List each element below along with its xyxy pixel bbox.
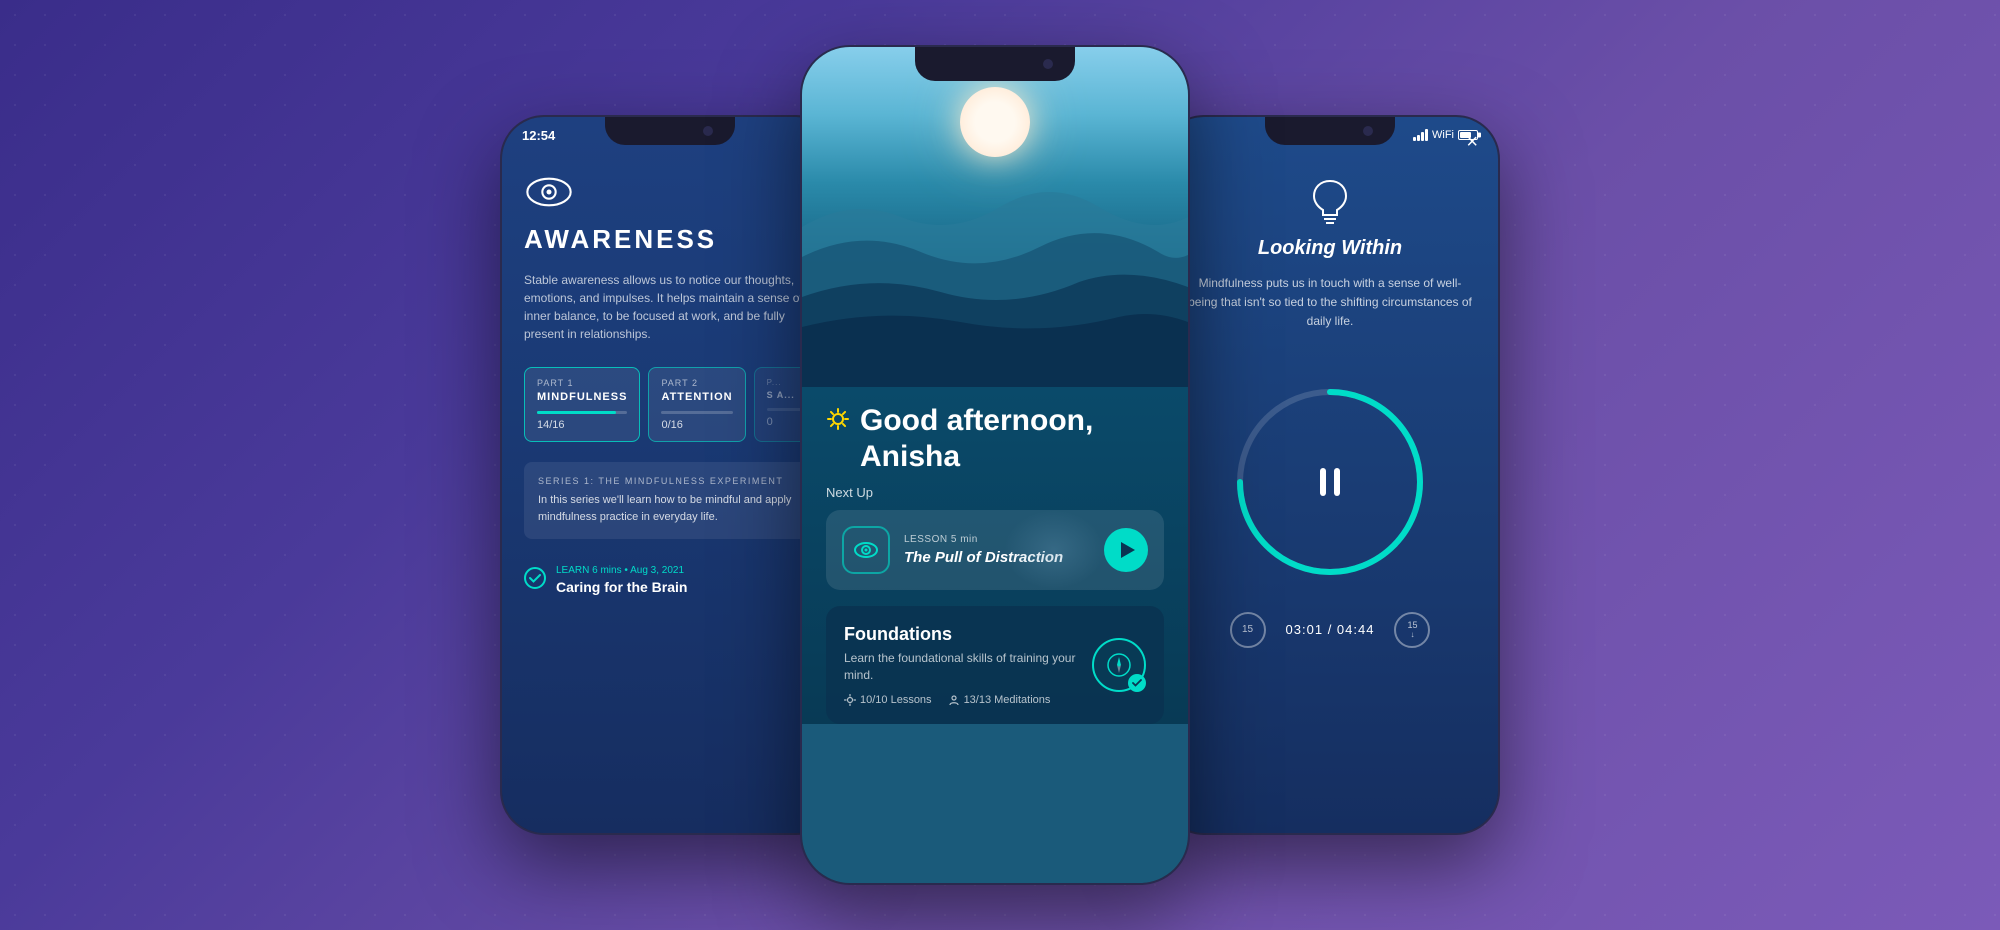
lightbulb-icon bbox=[1310, 177, 1350, 227]
left-screen: 12:54 AWARENESS bbox=[502, 117, 838, 833]
foundations-stats: 10/10 Lessons 13/13 Meditations bbox=[844, 694, 1078, 706]
part-2-count: 0/16 bbox=[661, 419, 732, 431]
lesson-eye-icon bbox=[842, 526, 890, 574]
looking-desc: Mindfulness puts us in touch with a sens… bbox=[1184, 274, 1476, 332]
hero-image bbox=[802, 47, 1188, 387]
part-1-progress-fill bbox=[537, 411, 616, 414]
next-up-label: Next Up bbox=[826, 485, 1164, 500]
signal-bars-icon bbox=[1413, 129, 1428, 141]
compass-icon-wrap bbox=[1092, 638, 1146, 692]
pause-button[interactable] bbox=[1320, 468, 1340, 496]
close-button[interactable]: × bbox=[1466, 131, 1478, 154]
lessons-stat: 10/10 Lessons bbox=[844, 694, 932, 706]
phones-container: 12:54 AWARENESS bbox=[450, 35, 1550, 895]
series-desc: In this series we'll learn how to be min… bbox=[538, 492, 802, 525]
part-3-label: P... bbox=[767, 378, 803, 387]
right-screen: WiFi × bbox=[1162, 117, 1498, 833]
player-area: 15 03:01 / 04:44 15 ↓ bbox=[1184, 362, 1476, 668]
play-button[interactable] bbox=[1104, 528, 1148, 572]
wifi-icon: WiFi bbox=[1432, 129, 1454, 141]
parts-row: PART 1 MINDFULNESS 14/16 PART 2 ATTENTIO… bbox=[524, 367, 816, 442]
part-3-count: 0 bbox=[767, 416, 803, 428]
sun-icon bbox=[826, 407, 850, 436]
meditations-stat: 13/13 Meditations bbox=[948, 694, 1051, 706]
learn-item[interactable]: LEARN 6 mins • Aug 3, 2021 Caring for th… bbox=[524, 555, 816, 595]
right-notch-camera bbox=[1363, 126, 1373, 136]
left-notch bbox=[605, 117, 735, 145]
part-1-count: 14/16 bbox=[537, 419, 627, 431]
sun-small-icon bbox=[844, 694, 856, 706]
bulb-icon-area bbox=[1184, 177, 1476, 227]
right-content: Looking Within Mindfulness puts us in to… bbox=[1162, 157, 1498, 688]
eye-icon bbox=[524, 177, 574, 207]
center-phone: Good afternoon, Anisha Next Up bbox=[800, 45, 1190, 885]
series-label: SERIES 1: THE MINDFULNESS EXPERIMENT bbox=[538, 476, 802, 486]
looking-within-title: Looking Within bbox=[1184, 237, 1476, 260]
foundations-title: Foundations bbox=[844, 624, 1078, 645]
part-2-label: PART 2 bbox=[661, 378, 732, 388]
time-display: 03:01 / 04:44 bbox=[1286, 622, 1375, 637]
notch-camera bbox=[703, 126, 713, 136]
compass-icon bbox=[1105, 651, 1133, 679]
play-triangle-icon bbox=[1121, 542, 1135, 558]
pause-icon bbox=[1320, 468, 1340, 496]
learn-item-info: LEARN 6 mins • Aug 3, 2021 Caring for th… bbox=[556, 565, 687, 595]
left-content: AWARENESS Stable awareness allows us to … bbox=[502, 157, 838, 615]
part-1-name: MINDFULNESS bbox=[537, 391, 627, 403]
part-3-name: S A... bbox=[767, 390, 803, 400]
right-phone: WiFi × bbox=[1160, 115, 1500, 835]
awareness-title: AWARENESS bbox=[524, 224, 816, 255]
awareness-desc: Stable awareness allows us to notice our… bbox=[524, 271, 816, 343]
center-content: Good afternoon, Anisha Next Up bbox=[802, 387, 1188, 724]
lesson-overlay bbox=[1004, 510, 1104, 590]
right-notch bbox=[1265, 117, 1395, 145]
greeting-text: Good afternoon, Anisha bbox=[860, 403, 1093, 475]
foundations-desc: Learn the foundational skills of trainin… bbox=[844, 650, 1078, 684]
part-card-2[interactable]: PART 2 ATTENTION 0/16 bbox=[648, 367, 745, 442]
part-2-progress-bar bbox=[661, 411, 732, 414]
series-card: SERIES 1: THE MINDFULNESS EXPERIMENT In … bbox=[524, 462, 816, 539]
learn-meta: LEARN 6 mins • Aug 3, 2021 bbox=[556, 565, 687, 576]
time-row: 15 03:01 / 04:44 15 ↓ bbox=[1230, 612, 1431, 648]
learn-title: Caring for the Brain bbox=[556, 579, 687, 595]
foundations-card[interactable]: Foundations Learn the foundational skill… bbox=[826, 606, 1164, 724]
center-notch-camera bbox=[1043, 59, 1053, 69]
skip-back-button[interactable]: 15 bbox=[1230, 612, 1266, 648]
part-2-name: ATTENTION bbox=[661, 391, 732, 403]
greeting-section: Good afternoon, Anisha bbox=[826, 387, 1164, 485]
center-notch bbox=[915, 47, 1075, 81]
check-icon bbox=[524, 567, 546, 589]
person-icon bbox=[948, 694, 960, 706]
part-3-progress-bar bbox=[767, 408, 803, 411]
compass-check-icon bbox=[1128, 674, 1146, 692]
ocean-background bbox=[802, 47, 1188, 387]
waves-svg bbox=[802, 107, 1188, 387]
skip-forward-button[interactable]: 15 ↓ bbox=[1394, 612, 1430, 648]
center-screen: Good afternoon, Anisha Next Up bbox=[802, 47, 1188, 883]
left-time: 12:54 bbox=[522, 128, 555, 143]
part-1-progress-bar bbox=[537, 411, 627, 414]
lesson-card[interactable]: LESSON 5 min The Pull of Distraction bbox=[826, 510, 1164, 590]
foundations-info: Foundations Learn the foundational skill… bbox=[844, 624, 1078, 706]
part-card-1[interactable]: PART 1 MINDFULNESS 14/16 bbox=[524, 367, 640, 442]
part-1-label: PART 1 bbox=[537, 378, 627, 388]
left-phone: 12:54 AWARENESS bbox=[500, 115, 840, 835]
circular-progress bbox=[1230, 382, 1430, 582]
